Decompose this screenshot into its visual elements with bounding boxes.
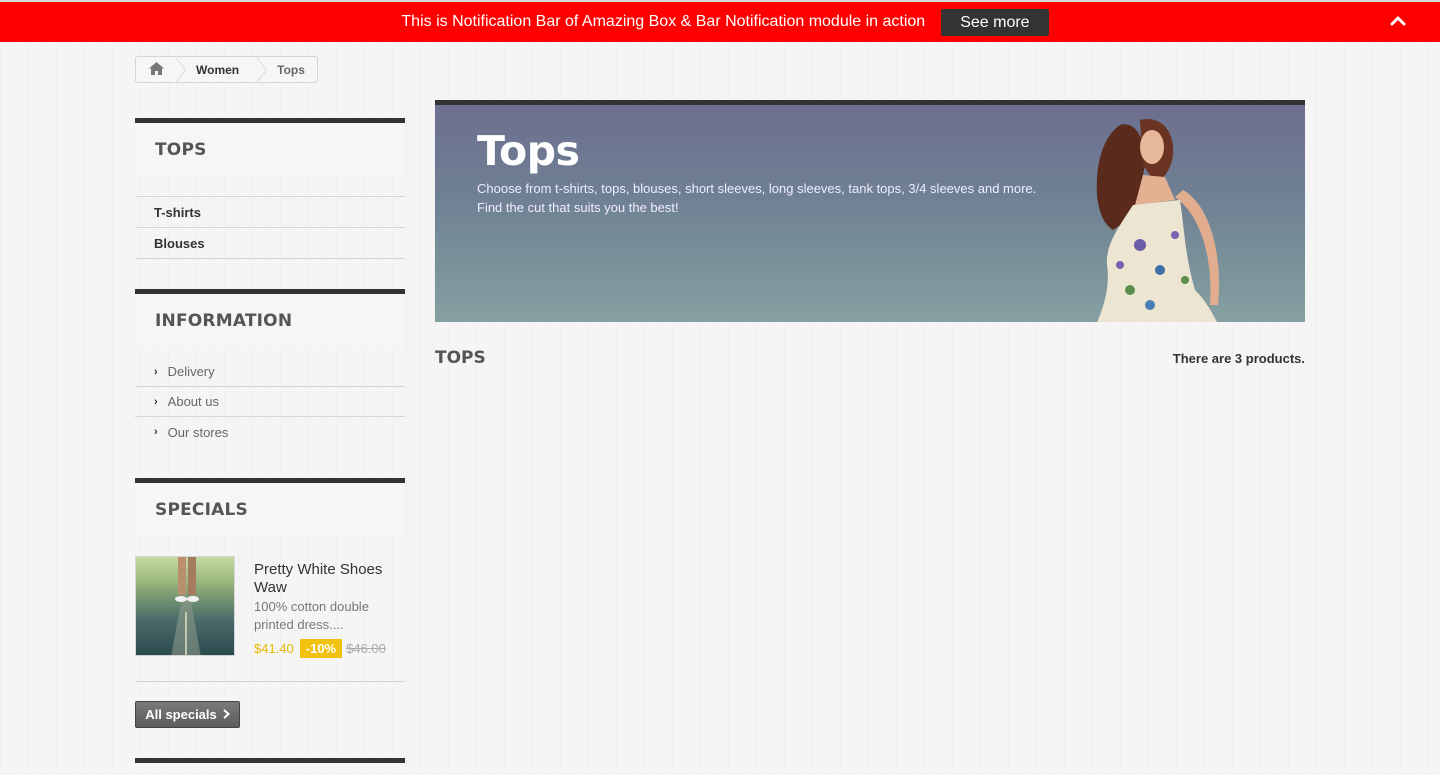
old-price: $46.00 xyxy=(346,641,386,656)
breadcrumb: Women Tops xyxy=(135,56,318,83)
information-item-our-stores[interactable]: › Our stores xyxy=(135,417,405,447)
category-item-tshirts[interactable]: T-shirts xyxy=(135,197,405,228)
special-product-description: 100% cotton double printed dress.... xyxy=(254,599,369,632)
breadcrumb-label: Tops xyxy=(277,62,305,77)
specials-block-title[interactable]: SPECIALS xyxy=(135,478,405,536)
notification-text: This is Notification Bar of Amazing Box … xyxy=(401,13,926,30)
banner-description-line: Find the cut that suits you the best! xyxy=(477,200,679,215)
home-icon xyxy=(148,61,164,78)
banner-model-image xyxy=(1035,105,1305,322)
categories-block-title[interactable]: TOPS xyxy=(135,118,405,176)
categories-block: TOPS T-shirts Blouses xyxy=(135,118,405,259)
special-price: $41.40 xyxy=(254,641,294,656)
information-list: › Delivery › About us › Our stores xyxy=(135,357,405,447)
chevron-right-icon xyxy=(223,707,230,722)
information-item-delivery[interactable]: › Delivery xyxy=(135,357,405,387)
special-product-name[interactable]: Pretty White Shoes Waw xyxy=(254,561,404,597)
listing-title: TOPS xyxy=(435,348,486,368)
breadcrumb-item-women[interactable]: Women xyxy=(176,57,268,83)
chevron-right-icon: › xyxy=(154,365,158,378)
special-product: Pretty White Shoes Waw 100% cotton doubl… xyxy=(135,536,405,682)
banner-title: Tops xyxy=(477,127,580,175)
information-block: INFORMATION › Delivery › About us › Our … xyxy=(135,289,405,447)
category-label: T-shirts xyxy=(154,204,201,220)
discount-badge: -10% xyxy=(299,639,343,658)
banner-description-line: Choose from t-shirts, tops, blouses, sho… xyxy=(477,181,1037,196)
information-item-about-us[interactable]: › About us xyxy=(135,387,405,417)
specials-block: SPECIALS Pretty White Shoes Waw 100% cot… xyxy=(135,478,405,682)
product-count: There are 3 products. xyxy=(1172,351,1305,366)
information-label: About us xyxy=(167,394,219,409)
special-product-prices: $41.40 -10% $46.00 xyxy=(254,639,386,658)
information-block-title: INFORMATION xyxy=(135,289,405,347)
information-label: Delivery xyxy=(167,364,215,379)
category-banner: Tops Choose from t-shirts, tops, blouses… xyxy=(435,100,1305,322)
special-product-image[interactable] xyxy=(135,556,235,656)
breadcrumb-label: Women xyxy=(196,62,240,77)
category-item-blouses[interactable]: Blouses xyxy=(135,228,405,259)
chevron-right-icon: › xyxy=(154,426,158,438)
category-label: Blouses xyxy=(154,235,205,251)
category-list: T-shirts Blouses xyxy=(135,196,405,259)
banner-description: Choose from t-shirts, tops, blouses, sho… xyxy=(477,179,1077,217)
all-specials-button[interactable]: All specials xyxy=(135,701,240,728)
next-block-top-border xyxy=(135,758,405,763)
information-label: Our stores xyxy=(167,424,229,440)
chevron-up-icon[interactable] xyxy=(1390,13,1406,29)
see-more-button[interactable]: See more xyxy=(941,8,1049,36)
breadcrumb-home[interactable] xyxy=(136,57,186,83)
chevron-right-icon: › xyxy=(154,395,158,408)
all-specials-label: All specials xyxy=(145,707,217,722)
notification-bar: This is Notification Bar of Amazing Box … xyxy=(0,0,1440,42)
